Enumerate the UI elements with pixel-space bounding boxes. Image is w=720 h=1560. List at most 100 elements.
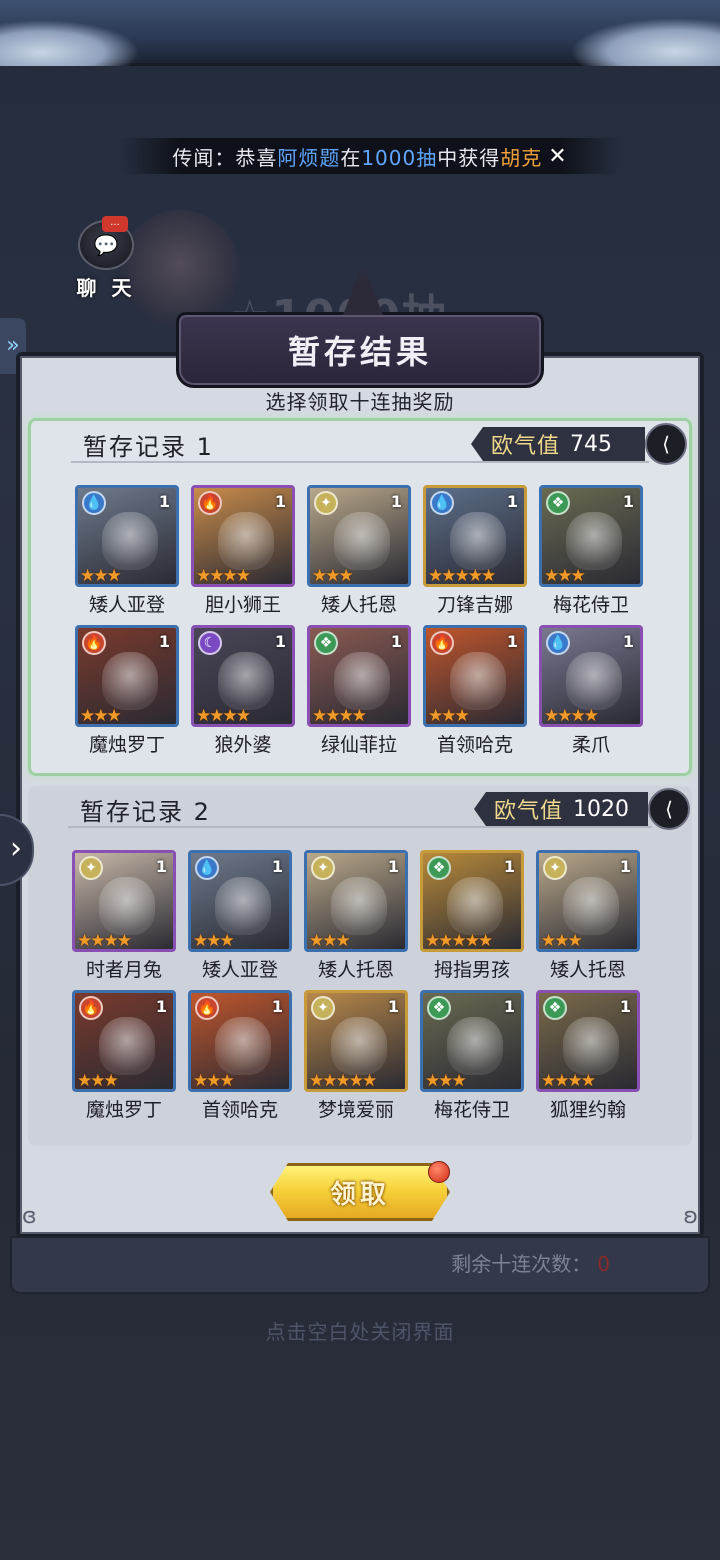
hero-portrait: 🔥 1 ★★★ [188,990,292,1092]
hero-name: 狐狸约翰 [549,1099,626,1121]
nature-element-icon: ❖ [314,631,338,655]
fire-element-icon: 🔥 [82,631,106,655]
star-rating: ★★★ [310,566,408,584]
hero-grid: 💧 1 ★★★ 矮人亚登 🔥 1 ★★★★ 胆小狮王 ✦ 1 ★★★ 矮人托恩 💧 1 ★★★★★ 刀锋吉娜 ❖… [75,485,655,756]
star-icon: ★ [206,931,221,951]
hero-card[interactable]: ❖ 1 ★★★★ 狐狸约翰 [536,990,640,1121]
share-icon[interactable]: ⟨ [648,788,690,830]
star-rating: ★★★★ [75,931,173,949]
nature-element-icon: ❖ [546,491,570,515]
hero-portrait: 🔥 1 ★★★ [72,990,176,1092]
hero-card[interactable]: 💧 1 ★★★ 矮人亚登 [75,485,179,616]
dark-element-icon: ☾ [198,631,222,655]
hero-count: 1 [503,997,515,1016]
chat-label: 聊 天 [76,276,136,300]
hero-card[interactable]: 🔥 1 ★★★ 魔烛罗丁 [72,990,176,1121]
rumor-mid1: 在 [340,145,362,170]
hero-face [215,1017,271,1075]
hero-count: 1 [155,857,167,876]
hero-portrait: ❖ 1 ★★★★ [307,625,411,727]
hero-face [566,652,622,710]
luck-value: 1020 [573,796,630,822]
hero-card[interactable]: 💧 1 ★★★★★ 刀锋吉娜 [423,485,527,616]
star-icon: ★ [322,931,337,951]
light-element-icon: ✦ [79,856,103,880]
hero-name: 时者月兔 [85,959,162,981]
rumor-prefix: 传闻：恭喜 [172,145,278,170]
star-icon: ★ [557,566,572,586]
stash-record-2[interactable]: 暂存记录 2 欧气值 1020 ⟨ ✦ 1 ★★★★ 时者月兔 💧 1 ★★★ 矮人亚登 ✦ 1 ★… [28,786,692,1146]
hero-face [334,512,390,570]
chat-notification-badge: ... [102,216,128,232]
nature-element-icon: ❖ [427,996,451,1020]
hero-portrait: 💧 1 ★★★ [75,485,179,587]
hero-portrait: ✦ 1 ★★★★ [72,850,176,952]
luck-label: 欧气值 [491,434,561,459]
hero-card[interactable]: ✦ 1 ★★★★★ 梦境爱丽 [304,990,408,1121]
hero-count: 1 [622,632,634,651]
cloud-decoration-right [570,18,720,66]
star-icon: ★ [209,706,224,726]
star-icon: ★ [583,706,599,726]
stash-record-1[interactable]: 暂存记录 1 欧气值 745 ⟨ 💧 1 ★★★ 矮人亚登 🔥 1 ★★★★ 胆小狮王 ✦ 1 ★★… [28,418,692,776]
hero-count: 1 [155,997,167,1016]
hero-card[interactable]: ✦ 1 ★★★ 矮人托恩 [304,850,408,981]
star-icon: ★ [312,706,327,726]
hero-card[interactable]: ❖ 1 ★★★★ 绿仙菲拉 [307,625,411,756]
hero-grid: ✦ 1 ★★★★ 时者月兔 💧 1 ★★★ 矮人亚登 ✦ 1 ★★★ 矮人托恩 ❖ 1 ★★★★★ 拇指男孩 ✦… [72,850,652,1121]
hero-card[interactable]: 🔥 1 ★★★ 首领哈克 [423,625,527,756]
hero-name: 拇指男孩 [433,959,510,981]
close-hint[interactable]: 点击空白处关闭界面 [0,1316,720,1345]
star-icon: ★ [454,706,470,726]
hero-portrait: ✦ 1 ★★★★★ [304,990,408,1092]
star-icon: ★ [425,1071,440,1091]
star-icon: ★ [441,566,456,586]
rumor-ticker: 传闻：恭喜 阿烦题 在 1000抽 中获得 胡克 ✕ [120,138,620,174]
star-icon: ★ [77,931,92,951]
hero-card[interactable]: 💧 1 ★★★★ 柔爪 [539,625,643,756]
hero-count: 1 [158,632,170,651]
rumor-mid2: 中获得 [437,145,501,170]
star-rating: ★★★★ [310,706,408,724]
hero-card[interactable]: ❖ 1 ★★★ 梅花侍卫 [539,485,643,616]
hero-count: 1 [619,997,631,1016]
rumor-draws: 1000抽 [361,145,438,170]
hero-portrait: 💧 1 ★★★★★ [423,485,527,587]
star-icon: ★ [93,566,108,586]
hero-portrait: 🔥 1 ★★★ [75,625,179,727]
star-icon: ★ [106,706,122,726]
hero-card[interactable]: ☾ 1 ★★★★ 狼外婆 [191,625,295,756]
hero-face [450,512,506,570]
hero-face [563,877,619,935]
hero-card[interactable]: ✦ 1 ★★★ 矮人托恩 [307,485,411,616]
hero-name: 矮人亚登 [201,959,278,981]
hero-card[interactable]: ✦ 1 ★★★ 矮人托恩 [536,850,640,981]
chat-button[interactable]: 💬 ... 聊 天 [76,216,136,300]
hero-card[interactable]: 🔥 1 ★★★★ 胆小狮王 [191,485,295,616]
star-icon: ★ [325,706,340,726]
share-icon[interactable]: ⟨ [645,423,687,465]
hero-name: 矮人亚登 [88,594,165,616]
hero-name: 柔爪 [571,734,610,756]
hero-count: 1 [622,492,634,511]
hero-card[interactable]: ❖ 1 ★★★★★ 拇指男孩 [420,850,524,981]
star-rating: ★★★★ [194,566,292,584]
star-icon: ★ [206,1071,221,1091]
hero-card[interactable]: 🔥 1 ★★★ 魔烛罗丁 [75,625,179,756]
hero-card[interactable]: ❖ 1 ★★★ 梅花侍卫 [420,990,524,1121]
hero-card[interactable]: 🔥 1 ★★★ 首领哈克 [188,990,292,1121]
star-icon: ★ [116,931,132,951]
star-icon: ★ [80,566,95,586]
star-icon: ★ [541,931,556,951]
water-element-icon: 💧 [195,856,219,880]
hero-card[interactable]: 💧 1 ★★★ 矮人亚登 [188,850,292,981]
hero-card[interactable]: ✦ 1 ★★★★ 时者月兔 [72,850,176,981]
star-icon: ★ [567,1071,583,1091]
star-icon: ★ [425,931,440,951]
claim-button[interactable]: 领取 [270,1163,450,1221]
fire-element-icon: 🔥 [430,631,454,655]
hero-face [566,512,622,570]
hero-portrait: ❖ 1 ★★★ [420,990,524,1092]
hero-name: 魔烛罗丁 [88,734,165,756]
hero-portrait: 🔥 1 ★★★ [423,625,527,727]
